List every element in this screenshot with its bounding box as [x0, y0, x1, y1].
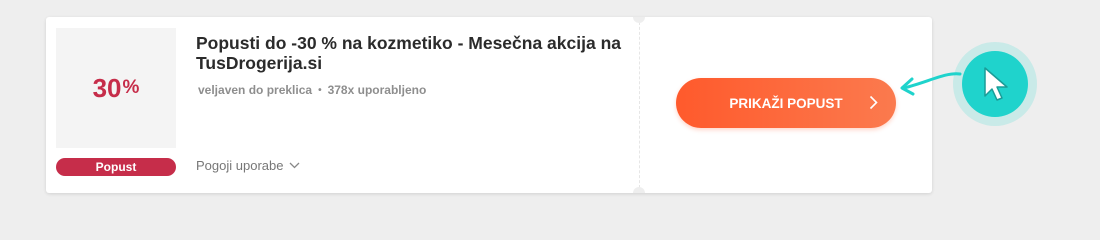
discount-thumbnail: 30% [56, 28, 176, 148]
show-discount-button[interactable]: PRIKAŽI POPUST [676, 78, 896, 128]
show-discount-label: PRIKAŽI POPUST [729, 95, 843, 111]
type-badge: Popust [56, 158, 176, 176]
card-notch-top [633, 17, 645, 23]
discount-unit: % [122, 77, 140, 98]
usage-count: 378x uporabljeno [327, 83, 427, 97]
chevron-down-icon [290, 162, 300, 169]
terms-label: Pogoji uporabe [196, 158, 284, 173]
card-notch-bottom [633, 187, 645, 193]
cursor-icon [962, 51, 1028, 117]
validity-text: veljaven do preklica [198, 83, 313, 97]
pointer-arrow-icon [984, 67, 1008, 101]
discount-number: 30 [92, 72, 122, 103]
meta-separator-dot: • [318, 84, 322, 96]
coupon-card: 30% Popust Popusti do -30 % na kozmetiko… [46, 17, 932, 193]
terms-toggle[interactable]: Pogoji uporabe [196, 158, 300, 173]
offer-meta: veljaven do preklica • 378x uporabljeno [198, 83, 426, 97]
chevron-right-icon [869, 95, 878, 110]
offer-title[interactable]: Popusti do -30 % na kozmetiko - Mesečna … [196, 33, 641, 73]
